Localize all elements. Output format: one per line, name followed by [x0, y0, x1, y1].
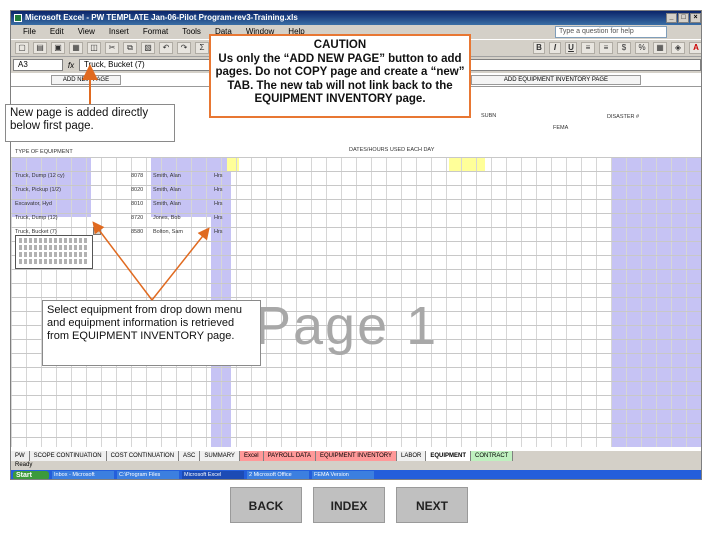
- taskbar-item[interactable]: Inbox - Microsoft: [52, 471, 114, 479]
- new-page-callout: New page is added directly below first p…: [5, 104, 175, 142]
- percent-icon[interactable]: %: [635, 42, 649, 54]
- tab-asc[interactable]: ASC: [179, 451, 201, 461]
- operator-row-2: Smith, Alan: [153, 187, 181, 193]
- menu-file[interactable]: File: [23, 25, 36, 39]
- unit-row-2: Hrs: [214, 187, 223, 193]
- bold-icon[interactable]: B: [533, 42, 545, 54]
- status-bar: Ready: [15, 462, 33, 468]
- code-row-4: 8720: [131, 215, 144, 221]
- hours-used-header: DATES/HOURS USED EACH DAY: [349, 147, 435, 153]
- code-row-5: 8580: [131, 229, 144, 235]
- tab-equipment-inventory[interactable]: EQUIPMENT INVENTORY: [315, 451, 397, 461]
- index-button[interactable]: INDEX: [313, 487, 385, 523]
- dropdown-option[interactable]: [19, 238, 89, 243]
- type-of-equipment-header: TYPE OF EQUIPMENT: [15, 149, 73, 155]
- equipment-dropdown-list[interactable]: [15, 235, 93, 269]
- name-box[interactable]: A3: [13, 59, 63, 71]
- tab-pw[interactable]: PW: [11, 451, 30, 461]
- title-bar: Microsoft Excel - PW TEMPLATE Jan-06-Pil…: [11, 11, 701, 25]
- sheet-tabs: PW SCOPE CONTINUATION COST CONTINUATION …: [11, 451, 701, 461]
- next-button[interactable]: NEXT: [396, 487, 468, 523]
- slide: Microsoft Excel - PW TEMPLATE Jan-06-Pil…: [0, 0, 720, 540]
- currency-icon[interactable]: $: [617, 42, 631, 54]
- unit-row-1: Hrs: [214, 173, 223, 179]
- menu-insert[interactable]: Insert: [109, 25, 129, 39]
- tab-cost-continuation[interactable]: COST CONTINUATION: [106, 451, 180, 461]
- redo-icon[interactable]: ↷: [177, 42, 191, 54]
- unit-row-5: Hrs: [214, 229, 223, 235]
- undo-icon[interactable]: ↶: [159, 42, 173, 54]
- equipment-row-3[interactable]: Excavator, Hyd: [15, 201, 95, 207]
- page-watermark: Page 1: [255, 296, 439, 356]
- dropdown-option[interactable]: [19, 259, 89, 264]
- start-button[interactable]: Start: [13, 471, 49, 479]
- add-equipment-inventory-button[interactable]: ADD EQUIPMENT INVENTORY PAGE: [471, 75, 641, 85]
- menu-tools[interactable]: Tools: [182, 25, 201, 39]
- operator-row-5: Bolton, Sam: [153, 229, 183, 235]
- windows-taskbar: Start Inbox - Microsoft C:\Program Files…: [11, 470, 701, 479]
- sum-icon[interactable]: Σ: [195, 42, 209, 54]
- dropdown-option[interactable]: [19, 245, 89, 250]
- equipment-row-1[interactable]: Truck, Dump (12 cy): [15, 173, 95, 179]
- save-icon[interactable]: ▣: [51, 42, 65, 54]
- dropdown-option[interactable]: [19, 252, 89, 257]
- disaster-label: DISASTER #: [607, 114, 640, 120]
- taskbar-item[interactable]: Microsoft Excel: [182, 471, 244, 479]
- pw-ref-label: SUBN: [481, 113, 497, 119]
- taskbar-item[interactable]: C:\Program Files: [117, 471, 179, 479]
- fx-icon[interactable]: fx: [63, 61, 79, 70]
- code-row-1: 8078: [131, 173, 144, 179]
- minimize-button[interactable]: _: [666, 13, 677, 23]
- operator-row-3: Smith, Alan: [153, 201, 181, 207]
- equipment-row-4[interactable]: Truck, Dump (12): [15, 215, 95, 221]
- equipment-row-2[interactable]: Truck, Pickup (1/2): [15, 187, 95, 193]
- tab-excel[interactable]: Excel: [239, 451, 264, 461]
- align-center-icon[interactable]: ≡: [599, 42, 613, 54]
- caution-callout: CAUTION Us only the “ADD NEW PAGE” butto…: [209, 34, 471, 118]
- taskbar-item[interactable]: 2 Microsoft Office: [247, 471, 309, 479]
- italic-icon[interactable]: I: [549, 42, 561, 54]
- select-equipment-callout: Select equipment from drop down menu and…: [42, 300, 261, 366]
- ask-question-input[interactable]: Type a question for help: [555, 26, 667, 38]
- caution-title: CAUTION: [313, 39, 367, 51]
- menu-edit[interactable]: Edit: [50, 25, 64, 39]
- back-button[interactable]: BACK: [230, 487, 302, 523]
- menu-view[interactable]: View: [78, 25, 95, 39]
- code-row-2: 8020: [131, 187, 144, 193]
- operator-row-1: Smith, Alan: [153, 173, 181, 179]
- cut-icon[interactable]: ✂: [105, 42, 119, 54]
- dropdown-arrow-icon[interactable]: ▾: [93, 227, 101, 235]
- excel-app-icon: [14, 14, 22, 22]
- fema-label: FEMA: [553, 125, 569, 131]
- new-icon[interactable]: ▢: [15, 42, 29, 54]
- underline-icon[interactable]: U: [565, 42, 577, 54]
- tab-labor[interactable]: LABOR: [396, 451, 427, 461]
- unit-row-3: Hrs: [214, 201, 223, 207]
- align-left-icon[interactable]: ≡: [581, 42, 595, 54]
- tab-payroll-data[interactable]: PAYROLL DATA: [263, 451, 316, 461]
- caution-text: Us only the “ADD NEW PAGE” button to add…: [215, 52, 465, 106]
- tab-equipment[interactable]: EQUIPMENT: [426, 451, 471, 461]
- close-button[interactable]: ×: [690, 13, 701, 23]
- fill-color-icon[interactable]: ◈: [671, 42, 685, 54]
- open-icon[interactable]: ▤: [33, 42, 47, 54]
- font-color-icon[interactable]: A: [689, 42, 701, 54]
- print-icon[interactable]: ▦: [69, 42, 83, 54]
- tab-contract[interactable]: CONTRACT: [471, 451, 514, 461]
- unit-row-4: Hrs: [214, 215, 223, 221]
- taskbar-item[interactable]: FEMA Version: [312, 471, 374, 479]
- borders-icon[interactable]: ▦: [653, 42, 667, 54]
- paste-icon[interactable]: ▧: [141, 42, 155, 54]
- preview-icon[interactable]: ◫: [87, 42, 101, 54]
- tab-scope-continuation[interactable]: SCOPE CONTINUATION: [29, 451, 107, 461]
- maximize-button[interactable]: □: [678, 13, 689, 23]
- menu-format[interactable]: Format: [143, 25, 168, 39]
- code-row-3: 8010: [131, 201, 144, 207]
- window-title: Microsoft Excel - PW TEMPLATE Jan-06-Pil…: [25, 13, 298, 22]
- add-new-page-button[interactable]: ADD NEW PAGE: [51, 75, 121, 85]
- copy-icon[interactable]: ⧉: [123, 42, 137, 54]
- tab-summary[interactable]: SUMMARY: [200, 451, 240, 461]
- operator-row-4: Jones, Bob: [153, 215, 181, 221]
